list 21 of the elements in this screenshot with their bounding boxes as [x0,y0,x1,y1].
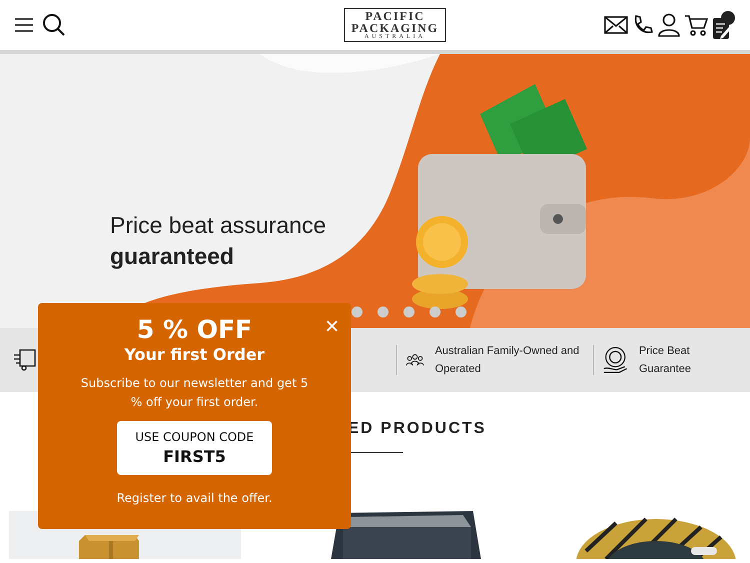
search-icon[interactable] [42,13,66,37]
coupon-label: USE COUPON CODE [135,430,254,444]
mail-icon[interactable] [604,16,628,34]
popup-subtitle: Your first Order [124,345,265,364]
popup-title: 5 % OFF [136,315,252,344]
user-icon[interactable] [658,13,680,37]
cart-icon[interactable] [684,14,708,36]
banner-headline: guaranteed [110,243,235,270]
popup-footer: Register to avail the offer. [116,491,272,505]
truck-icon [14,349,36,371]
feature-text: Price Beat Guarantee [638,344,692,377]
notepad-icon[interactable] [712,10,736,40]
coupon-code: FIRST5 [163,447,226,466]
popup-text: Subscribe to our newsletter and get 5 % off your first order. [80,375,310,411]
phone-icon[interactable] [632,14,654,36]
coin-hand-icon [602,345,629,375]
menu-icon[interactable] [14,18,34,32]
feature-text: Australian Family-Owned and Operated [434,344,580,377]
close-button[interactable]: × [324,315,339,339]
banner-headline: Price beat assurance [110,212,326,239]
people-icon [405,352,425,368]
